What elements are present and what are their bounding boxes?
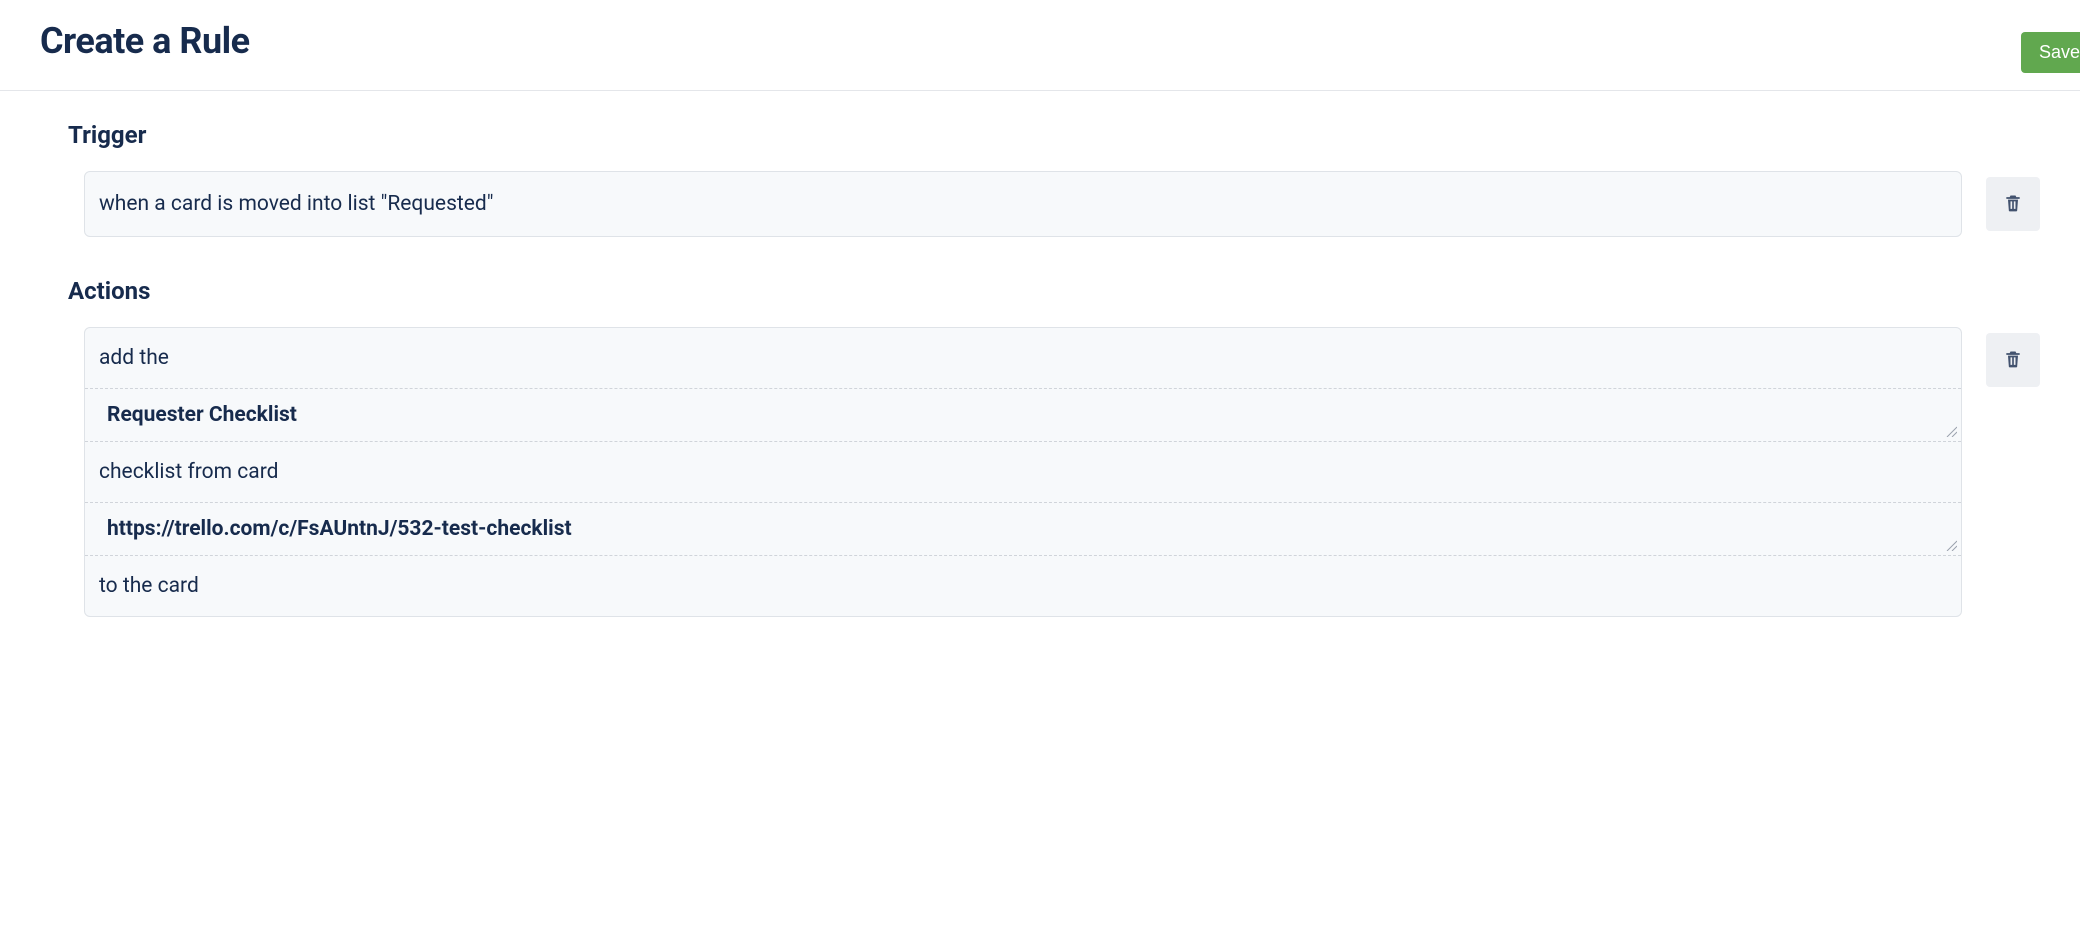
action-checklist-name-input[interactable]: Requester Checklist: [107, 403, 1947, 427]
resize-handle-icon[interactable]: [1945, 425, 1957, 437]
action-card-url-input[interactable]: https://trello.com/c/FsAUntnJ/532-test-c…: [107, 517, 1947, 541]
save-button[interactable]: Save: [2021, 32, 2080, 73]
action-box: add the Requester Checklist checklist fr…: [84, 327, 1962, 617]
trigger-heading: Trigger: [68, 121, 2040, 149]
trigger-text: when a card is moved into list "Requeste…: [85, 172, 1961, 236]
delete-trigger-button[interactable]: [1986, 177, 2040, 231]
trash-icon: [2003, 348, 2023, 373]
delete-action-button[interactable]: [1986, 333, 2040, 387]
action-part3: to the card: [85, 556, 1961, 616]
page-title: Create a Rule: [40, 20, 250, 62]
action-card-url-row[interactable]: https://trello.com/c/FsAUntnJ/532-test-c…: [85, 503, 1961, 556]
actions-heading: Actions: [68, 277, 2040, 305]
action-part2: checklist from card: [85, 442, 1961, 503]
trash-icon: [2003, 192, 2023, 217]
action-part1: add the: [85, 328, 1961, 389]
resize-handle-icon[interactable]: [1945, 539, 1957, 551]
action-checklist-name-row[interactable]: Requester Checklist: [85, 389, 1961, 442]
trigger-box: when a card is moved into list "Requeste…: [84, 171, 1962, 237]
